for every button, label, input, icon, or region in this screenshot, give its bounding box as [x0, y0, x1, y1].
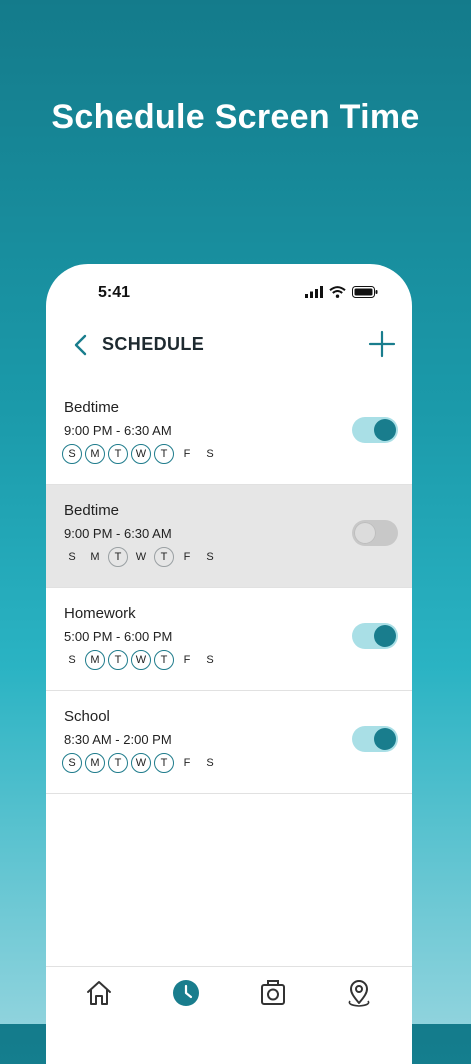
- tab-home[interactable]: [83, 977, 115, 1009]
- tab-location-pin[interactable]: [343, 977, 375, 1009]
- day-indicator: T: [154, 753, 174, 773]
- page-title: SCHEDULE: [102, 334, 205, 354]
- day-indicator: W: [135, 551, 147, 563]
- schedule-days: SMTWTFS: [62, 547, 220, 567]
- day-indicator: W: [131, 444, 151, 464]
- tab-camera[interactable]: [257, 977, 289, 1009]
- battery-icon: [352, 286, 378, 298]
- status-bar: 5:41: [46, 264, 412, 324]
- schedule-toggle[interactable]: [352, 417, 398, 443]
- day-indicator: S: [206, 551, 214, 563]
- day-indicator: F: [183, 551, 191, 563]
- day-indicator: F: [183, 448, 191, 460]
- day-indicator: W: [131, 753, 151, 773]
- schedule-time: 9:00 PM - 6:30 AM: [64, 423, 172, 438]
- toggle-knob: [354, 522, 376, 544]
- day-indicator: S: [68, 551, 76, 563]
- day-indicator: S: [206, 757, 214, 769]
- schedule-row[interactable]: Homework 5:00 PM - 6:00 PM S M T W T F S: [46, 588, 412, 691]
- day-indicator: T: [108, 650, 128, 670]
- day-indicator: T: [108, 547, 128, 567]
- schedule-row[interactable]: Bedtime 9:00 PM - 6:30 AM S M T W T F S: [46, 485, 412, 588]
- signal-icon: [305, 286, 323, 298]
- camera-icon: [261, 980, 285, 1005]
- day-indicator: S: [68, 654, 76, 666]
- day-indicator: W: [131, 650, 151, 670]
- tab-clock[interactable]: [170, 977, 202, 1009]
- day-indicator: T: [154, 547, 174, 567]
- wifi-icon: [329, 286, 346, 298]
- day-indicator: S: [206, 654, 214, 666]
- add-schedule-icon[interactable]: [366, 328, 398, 360]
- day-indicator: F: [183, 654, 191, 666]
- back-chevron-icon[interactable]: [66, 330, 96, 360]
- toggle-knob: [374, 728, 396, 750]
- status-icons: [305, 286, 378, 298]
- day-indicator: T: [154, 444, 174, 464]
- day-indicator: M: [85, 444, 105, 464]
- schedule-days: SMTWTFS: [62, 444, 220, 464]
- schedule-list: Bedtime 9:00 PM - 6:30 AM S M T W T F S Bedtime 9:…: [46, 382, 412, 794]
- toggle-knob: [374, 419, 396, 441]
- schedule-time: 9:00 PM - 6:30 AM: [64, 526, 172, 541]
- schedule-name: Homework: [64, 605, 136, 622]
- day-indicator: F: [183, 757, 191, 769]
- schedule-row[interactable]: Bedtime 9:00 PM - 6:30 AM S M T W T F S: [46, 382, 412, 485]
- schedule-name: Bedtime: [64, 502, 120, 519]
- clock-icon: [173, 980, 199, 1006]
- day-indicator: T: [108, 753, 128, 773]
- schedule-days: SMTWTFS: [62, 650, 220, 670]
- status-time: 5:41: [98, 284, 131, 301]
- day-indicator: M: [85, 650, 105, 670]
- day-indicator: T: [108, 444, 128, 464]
- headline: Schedule Screen Time: [51, 98, 420, 136]
- schedule-time: 5:00 PM - 6:00 PM: [64, 629, 173, 644]
- day-indicator: M: [85, 753, 105, 773]
- toggle-knob: [374, 625, 396, 647]
- day-indicator: T: [154, 650, 174, 670]
- schedule-toggle[interactable]: [352, 623, 398, 649]
- day-indicator: M: [90, 551, 100, 563]
- day-indicator: S: [62, 444, 82, 464]
- tab-bar: [46, 966, 412, 1027]
- location-pin-icon: [348, 980, 370, 1007]
- schedule-time: 8:30 AM - 2:00 PM: [64, 732, 172, 747]
- day-indicator: S: [206, 448, 214, 460]
- schedule-toggle[interactable]: [352, 520, 398, 546]
- schedule-name: Bedtime: [64, 399, 120, 416]
- schedule-name: School: [64, 708, 110, 725]
- day-indicator: S: [62, 753, 82, 773]
- home-icon: [87, 981, 111, 1005]
- schedule-row[interactable]: School 8:30 AM - 2:00 PM S M T W T F S: [46, 691, 412, 794]
- phone-screen: 5:41 SCHEDULE Bedtime 9:00 PM - 6:30 AM …: [46, 264, 412, 1064]
- schedule-toggle[interactable]: [352, 726, 398, 752]
- schedule-days: SMTWTFS: [62, 753, 220, 773]
